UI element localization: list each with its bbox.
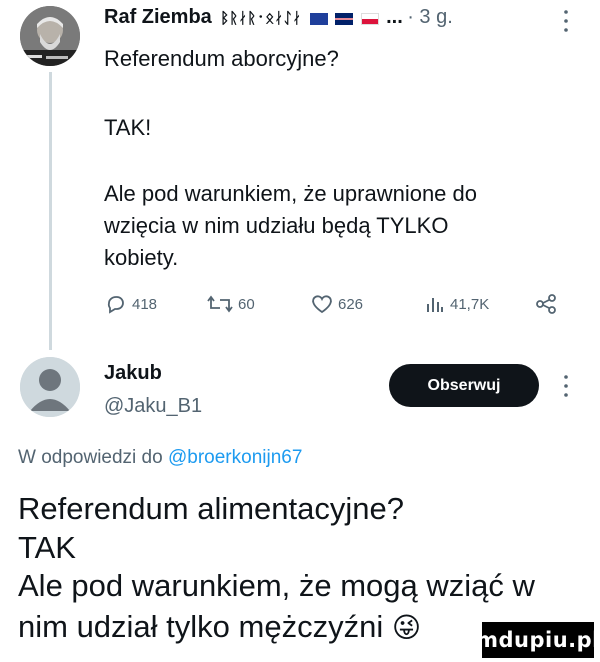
flag-icons [309,10,386,27]
reply-icon [107,296,124,314]
like-button[interactable]: 626 [310,292,363,316]
uk-flag-icon [335,12,354,25]
thread-line [49,72,52,350]
tweet-text-line: Referendum aborcyjne? [104,46,339,71]
watermark-logo: mdupiu.pl [476,622,599,658]
author-name[interactable]: Jakub [104,362,162,385]
retweet-icon [207,295,233,313]
winking-tongue-emoji-icon: 😜 [391,611,422,644]
tweet-text-line: Referendum alimentacyjne? [18,491,404,526]
views-icon [427,298,443,312]
views-button[interactable]: 41,7K [424,292,489,316]
like-count: 626 [338,295,364,313]
runic-name: ᛒᚱᛅᚱ᛫ᛟᛅᛇᛅ [220,9,302,27]
tweet-text-line: kobiety. [104,245,179,270]
name-ellipsis: ... [386,6,403,28]
views-count: 41,7K [450,295,490,313]
share-button[interactable] [535,292,561,316]
more-icon[interactable] [563,373,575,403]
reply-count: 418 [132,295,158,313]
tweet-text-line: nim udział tylko mężczyźni [18,609,384,644]
tweet-text-line: TAK! [104,115,152,140]
pl-flag-icon [360,12,379,25]
tweet-text-line: Ale pod warunkiem, że mogą wziąć w [18,568,535,603]
retweet-count: 60 [238,295,255,313]
author-avatar[interactable] [20,6,80,66]
follow-button[interactable]: Obserwuj [389,364,539,407]
author-handle[interactable]: @Jaku_B1 [104,395,202,418]
reply-to-link[interactable]: @broerkonijn67 [168,447,302,468]
tweet-text-line: TAK [18,530,76,565]
like-icon [312,295,332,314]
more-icon[interactable] [563,8,575,38]
tweet-text-line: wzięcia w nim udziału będą TYLKO [104,213,449,238]
reply-button[interactable]: 418 [104,292,157,316]
share-icon [536,294,556,314]
retweet-button[interactable]: 60 [206,292,255,316]
author-name[interactable]: Raf Ziemba [104,6,212,28]
reply-context: W odpowiedzi do @broerkonijn67 [18,447,302,469]
eu-flag-icon [309,12,328,25]
tweet-time[interactable]: · 3 g. [407,6,453,28]
author-avatar[interactable] [20,357,80,417]
reply-prefix: W odpowiedzi do [18,447,163,468]
tweet-text-line: Ale pod warunkiem, że uprawnione do [104,181,478,206]
